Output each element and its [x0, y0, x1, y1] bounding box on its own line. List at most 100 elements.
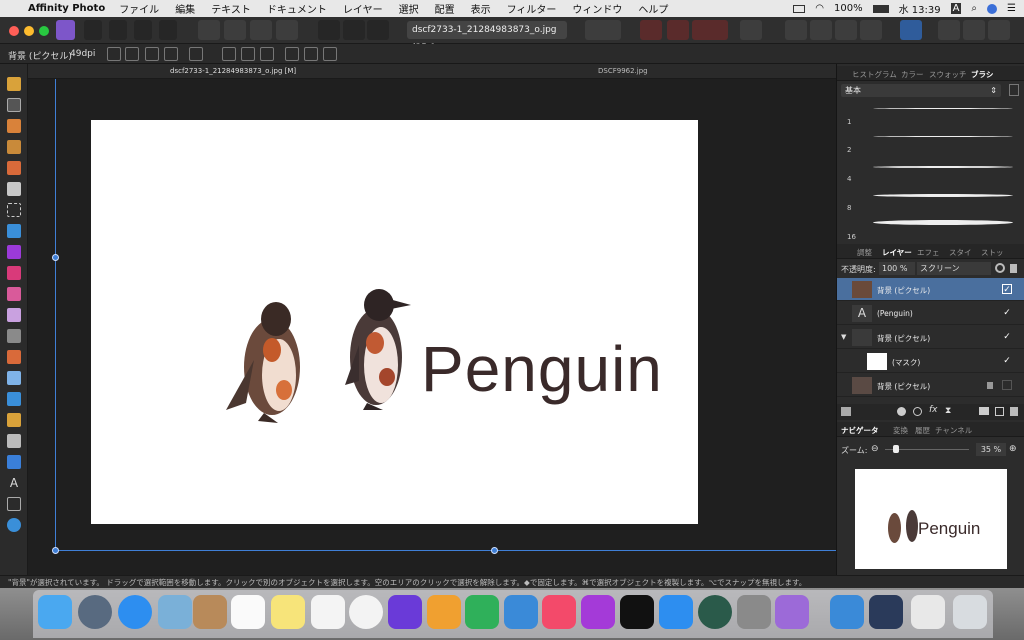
- brush-stroke-1[interactable]: [873, 108, 1013, 109]
- layer-row[interactable]: 背景 (ピクセル) ✓: [837, 278, 1024, 301]
- marquee-tool-icon[interactable]: [7, 203, 21, 217]
- app-menu[interactable]: Affinity Photo: [28, 3, 105, 14]
- layer-visibility-checkbox[interactable]: ✓: [1002, 332, 1012, 342]
- input-method-icon[interactable]: A: [950, 3, 962, 14]
- color-wheel-icon[interactable]: [198, 20, 220, 40]
- layers-stack-icon[interactable]: [841, 407, 851, 416]
- wifi-icon[interactable]: ◠: [815, 3, 824, 14]
- screen-capture-icon[interactable]: [869, 595, 903, 629]
- saturation-icon[interactable]: [250, 20, 272, 40]
- search-icon[interactable]: ⌕: [971, 3, 977, 14]
- assistant-icon[interactable]: [740, 20, 762, 40]
- brush-stroke-8[interactable]: [873, 194, 1013, 197]
- layer-visibility-checkbox[interactable]: ✓: [1002, 308, 1012, 318]
- tab-navigator[interactable]: ナビゲータ: [841, 425, 879, 436]
- brush-stroke-16[interactable]: [873, 220, 1013, 225]
- grid-toggle-icon[interactable]: [640, 20, 662, 40]
- expand-arrow-icon[interactable]: ▼: [841, 333, 846, 341]
- safari-icon[interactable]: [118, 595, 152, 629]
- layer-visibility-checkbox[interactable]: [1002, 380, 1012, 390]
- launchpad-icon[interactable]: [78, 595, 112, 629]
- align-icon[interactable]: [900, 20, 922, 40]
- red-eye-tool-icon[interactable]: [7, 371, 21, 385]
- time-machine-icon[interactable]: [698, 595, 732, 629]
- menu-select[interactable]: 選択: [399, 1, 419, 16]
- mail-icon[interactable]: [158, 595, 192, 629]
- numbers-icon[interactable]: [465, 595, 499, 629]
- blur-brush-tool-icon[interactable]: [7, 413, 21, 427]
- tab-swatches[interactable]: スウォッチ: [929, 69, 967, 80]
- zoom-slider[interactable]: [885, 445, 969, 453]
- marquee-icon[interactable]: [318, 20, 340, 40]
- mesh-warp-tool-icon[interactable]: [7, 497, 21, 511]
- erase-tool-icon[interactable]: [7, 287, 21, 301]
- lock-icon[interactable]: [987, 382, 993, 389]
- arrange-back-icon[interactable]: [860, 20, 882, 40]
- hand-tool-icon[interactable]: [7, 77, 21, 91]
- app-store-icon[interactable]: [659, 595, 693, 629]
- snapping-icon[interactable]: [667, 20, 689, 40]
- tab-transform[interactable]: 変換: [893, 425, 908, 436]
- show-selection-box-icon[interactable]: [125, 47, 139, 61]
- photo-persona-icon[interactable]: [56, 20, 75, 40]
- system-preferences-icon[interactable]: [737, 595, 771, 629]
- keynote-icon[interactable]: [504, 595, 538, 629]
- text-tool-icon[interactable]: A: [7, 476, 21, 490]
- shape-tool-icon[interactable]: [7, 455, 21, 469]
- boolean-add-icon[interactable]: [938, 20, 960, 40]
- music-icon[interactable]: [542, 595, 576, 629]
- tab-color[interactable]: カラー: [901, 69, 924, 80]
- rotate-icon[interactable]: [189, 47, 203, 61]
- menu-document[interactable]: ドキュメント: [267, 1, 327, 16]
- opacity-select[interactable]: 100 %: [879, 262, 915, 275]
- selection-handle-left[interactable]: [52, 254, 59, 261]
- menu-layer[interactable]: レイヤー: [343, 1, 383, 16]
- menu-file[interactable]: ファイル: [119, 1, 159, 16]
- deselect-icon[interactable]: [343, 20, 365, 40]
- color-picker-tool-icon[interactable]: [7, 119, 21, 133]
- airplay-icon[interactable]: [793, 4, 806, 13]
- contacts-icon[interactable]: [193, 595, 227, 629]
- invert-selection-icon[interactable]: [367, 20, 389, 40]
- arrange-backward-icon[interactable]: [835, 20, 857, 40]
- align-top-icon[interactable]: [285, 47, 299, 61]
- align-center-icon[interactable]: [241, 47, 255, 61]
- close-window-button[interactable]: [9, 26, 19, 36]
- brush-stroke-4[interactable]: [873, 166, 1013, 168]
- menu-filter[interactable]: フィルター: [507, 1, 557, 16]
- tab-dscf9962[interactable]: DSCF9962.jpg: [598, 67, 648, 75]
- tab-channels[interactable]: チャンネル: [935, 425, 972, 436]
- menu-window[interactable]: ウィンドウ: [572, 1, 622, 16]
- fx-icon[interactable]: fx: [929, 405, 938, 415]
- pixel-layer-icon[interactable]: [995, 407, 1004, 416]
- live-filter-icon[interactable]: ⧗: [945, 406, 951, 416]
- tab-dscf2733[interactable]: dscf2733-1_21284983873_o.jpg [M]: [170, 67, 296, 75]
- tab-adjustments[interactable]: 調整: [857, 247, 872, 258]
- menu-arrange[interactable]: 配置: [435, 1, 455, 16]
- layer-row[interactable]: A (Penguin) ✓: [837, 302, 1024, 325]
- tab-histogram[interactable]: ヒストグラム: [852, 69, 897, 80]
- zoom-out-icon[interactable]: ⊖: [871, 444, 879, 454]
- zoom-tool-icon[interactable]: [7, 518, 21, 532]
- tab-effects[interactable]: エフェ: [917, 247, 940, 258]
- image-artboard[interactable]: Penguin: [91, 120, 698, 524]
- snap-icon[interactable]: [164, 47, 178, 61]
- affinity-photo-icon[interactable]: [775, 595, 809, 629]
- tab-styles[interactable]: スタイ: [949, 247, 972, 258]
- menu-help[interactable]: ヘルプ: [638, 1, 668, 16]
- auto-select-icon[interactable]: [145, 47, 159, 61]
- tab-stock[interactable]: ストッ: [981, 247, 1004, 258]
- podcasts-icon[interactable]: [581, 595, 615, 629]
- finder-icon[interactable]: [38, 595, 72, 629]
- align-left-icon[interactable]: [222, 47, 236, 61]
- quick-mask-button[interactable]: [585, 20, 621, 40]
- clock[interactable]: 水 13:39: [899, 1, 941, 16]
- dodge-tool-icon[interactable]: [7, 308, 21, 322]
- paint-brush-tool-icon[interactable]: [7, 245, 21, 259]
- move-tool-icon[interactable]: [7, 98, 21, 112]
- menu-text[interactable]: テキスト: [211, 1, 251, 16]
- layer-row[interactable]: ▼ 背景 (ピクセル) ✓: [837, 326, 1024, 349]
- white-balance-icon[interactable]: [276, 20, 298, 40]
- minimize-window-button[interactable]: [24, 26, 34, 36]
- layer-visibility-checkbox[interactable]: ✓: [1002, 356, 1012, 366]
